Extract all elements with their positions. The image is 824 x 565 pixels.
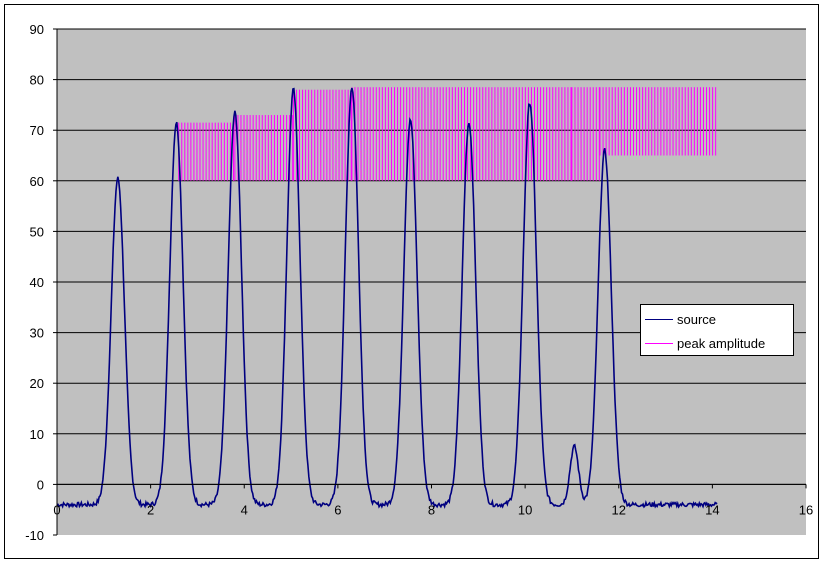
x-tick-label-2: 2 — [147, 502, 154, 517]
x-tick-label-12: 12 — [612, 502, 626, 517]
x-tick-label-10: 10 — [518, 502, 532, 517]
y-tick-label-30: 30 — [30, 326, 44, 341]
y-tick-label-50: 50 — [30, 224, 44, 239]
y-tick-label-20: 20 — [30, 376, 44, 391]
y-tick-label-60: 60 — [30, 174, 44, 189]
y-tick-label-0: 0 — [37, 477, 44, 492]
x-tick-label-14: 14 — [705, 502, 719, 517]
legend-item-peak-amplitude: peak amplitude — [645, 334, 765, 352]
x-tick-label-16: 16 — [799, 502, 813, 517]
x-tick-label-0: 0 — [53, 502, 60, 517]
y-tick-label-70: 70 — [30, 123, 44, 138]
legend: source peak amplitude — [640, 304, 794, 356]
chart-svg: -10 0 10 20 30 40 50 60 70 80 90 0 2 4 6 8 10 12 14 16 — [25, 22, 813, 543]
y-tick-label-80: 80 — [30, 73, 44, 88]
legend-label-peak-amplitude: peak amplitude — [677, 335, 766, 351]
legend-item-source: source — [645, 310, 716, 328]
x-tick-label-6: 6 — [334, 502, 341, 517]
y-tick-label-10: 10 — [30, 427, 44, 442]
legend-label-source: source — [677, 311, 717, 327]
legend-swatch-peak-amplitude — [645, 342, 673, 344]
legend-swatch-source — [645, 318, 673, 320]
y-tick-label--10: -10 — [25, 528, 44, 543]
x-tick-label-4: 4 — [241, 502, 248, 517]
y-tick-label-40: 40 — [30, 275, 44, 290]
x-tick-label-8: 8 — [428, 502, 435, 517]
y-tick-labels: -10 0 10 20 30 40 50 60 70 80 90 — [25, 22, 44, 543]
y-tick-label-90: 90 — [30, 22, 44, 37]
